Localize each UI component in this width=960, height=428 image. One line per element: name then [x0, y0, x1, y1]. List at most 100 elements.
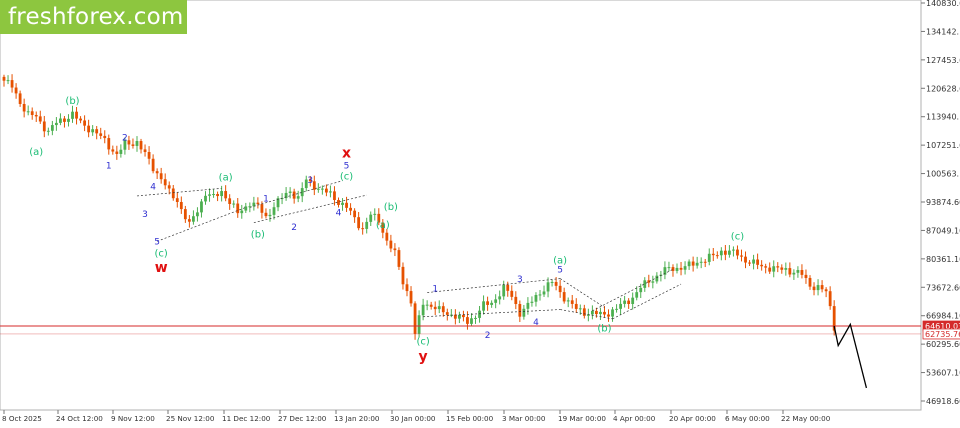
- x-tick-label: 24 Oct 12:00: [56, 414, 103, 423]
- candle-body: [607, 314, 610, 317]
- candle-body: [820, 285, 824, 290]
- candle-body: [34, 114, 38, 117]
- candle-body: [183, 209, 187, 220]
- candle-body: [578, 308, 582, 310]
- candle-body: [417, 315, 421, 334]
- wave-label: 3: [517, 275, 523, 285]
- candle-body: [345, 202, 348, 208]
- candle-body: [212, 194, 215, 196]
- candle-body: [768, 267, 772, 272]
- candle-body: [804, 274, 808, 278]
- candle-body: [151, 158, 155, 172]
- candle-body: [357, 217, 361, 229]
- wave-label: (c): [155, 249, 168, 260]
- candle-body: [526, 302, 530, 309]
- candle-body: [437, 306, 441, 310]
- candle-body: [542, 291, 546, 295]
- candle-body: [715, 255, 719, 257]
- candle-body: [147, 152, 151, 159]
- candle-body: [67, 118, 70, 122]
- candle-body: [748, 262, 751, 264]
- candle-body: [631, 297, 635, 304]
- brand-logo[interactable]: freshforex.com: [0, 0, 187, 34]
- candle-body: [337, 199, 340, 205]
- candle-body: [760, 264, 764, 267]
- candle-body: [764, 266, 768, 268]
- candle-body: [776, 266, 780, 268]
- candle-body: [784, 268, 788, 270]
- candle-body: [119, 149, 123, 154]
- candle-body: [740, 255, 743, 257]
- candle-body: [91, 129, 95, 133]
- candle-body: [75, 111, 78, 119]
- candle-body: [373, 213, 377, 215]
- candle-body: [264, 212, 268, 217]
- x-axis: 8 Oct 2025 24 Oct 12:00 9 Nov 12:00 25 Nov …: [2, 410, 831, 423]
- candle-body: [506, 284, 510, 291]
- candle-body: [574, 303, 578, 309]
- candle-body: [192, 216, 195, 222]
- candle-body: [611, 309, 614, 317]
- wave-label: 2: [291, 223, 297, 233]
- candle-body: [474, 317, 477, 319]
- candle-body: [260, 204, 264, 213]
- candle-body: [159, 173, 163, 180]
- candle-body: [228, 198, 232, 204]
- candle-body: [175, 198, 179, 202]
- candle-body: [2, 76, 6, 81]
- candle-body: [409, 291, 413, 304]
- wave-label: (b): [251, 229, 265, 240]
- y-tick-label: 60295.60: [926, 340, 960, 349]
- candle-body: [554, 281, 558, 286]
- candle-body: [792, 272, 796, 275]
- candle-body: [10, 80, 14, 88]
- candle-body: [421, 304, 425, 316]
- candle-body: [808, 277, 812, 287]
- candle-body: [816, 285, 820, 291]
- candle-body: [224, 191, 228, 199]
- x-tick-label: 8 Oct 2025: [2, 414, 42, 423]
- candle-body: [54, 122, 58, 126]
- candle-body: [429, 304, 433, 307]
- wave-label: w: [155, 260, 168, 276]
- candle-body: [788, 268, 792, 275]
- candle-body: [296, 196, 300, 199]
- candle-body: [216, 194, 219, 197]
- wave-label: 4: [336, 208, 342, 218]
- candle-body: [333, 191, 336, 200]
- candle-body: [401, 266, 405, 285]
- candle-body: [50, 125, 54, 131]
- candle-body: [457, 314, 461, 319]
- wave-label: (a): [29, 147, 43, 158]
- candle-body: [196, 212, 199, 217]
- x-tick-label: 15 Feb 00:00: [446, 414, 494, 423]
- candle-body: [433, 306, 437, 310]
- candle-body: [131, 144, 135, 146]
- candle-body: [699, 261, 703, 263]
- candle-body: [462, 314, 465, 318]
- candle-body: [127, 140, 131, 145]
- candle-body: [800, 270, 804, 275]
- candle-body: [562, 292, 566, 302]
- candle-body: [46, 130, 50, 132]
- candle-body: [478, 310, 481, 318]
- candle-body: [236, 203, 240, 214]
- y-tick-label: 134142.10: [926, 27, 960, 36]
- candle-body: [530, 301, 534, 303]
- candle-body: [502, 284, 506, 297]
- candle-body: [14, 87, 18, 94]
- wave-label: (a): [376, 220, 390, 231]
- candle-body: [627, 300, 631, 304]
- candle-body: [256, 202, 260, 205]
- candle-body: [732, 249, 735, 251]
- candle-body: [486, 301, 489, 305]
- y-axis: 140830.60 134142.10 127453.60 120628.60 1139…: [921, 0, 960, 406]
- candle-body: [582, 308, 586, 316]
- candle-body: [18, 93, 22, 104]
- candle-body: [736, 249, 739, 256]
- wave-label: 1: [263, 194, 269, 204]
- candle-body: [711, 253, 715, 256]
- wave-label: (b): [65, 96, 79, 107]
- candle-body: [99, 133, 103, 136]
- candle-body: [723, 250, 727, 255]
